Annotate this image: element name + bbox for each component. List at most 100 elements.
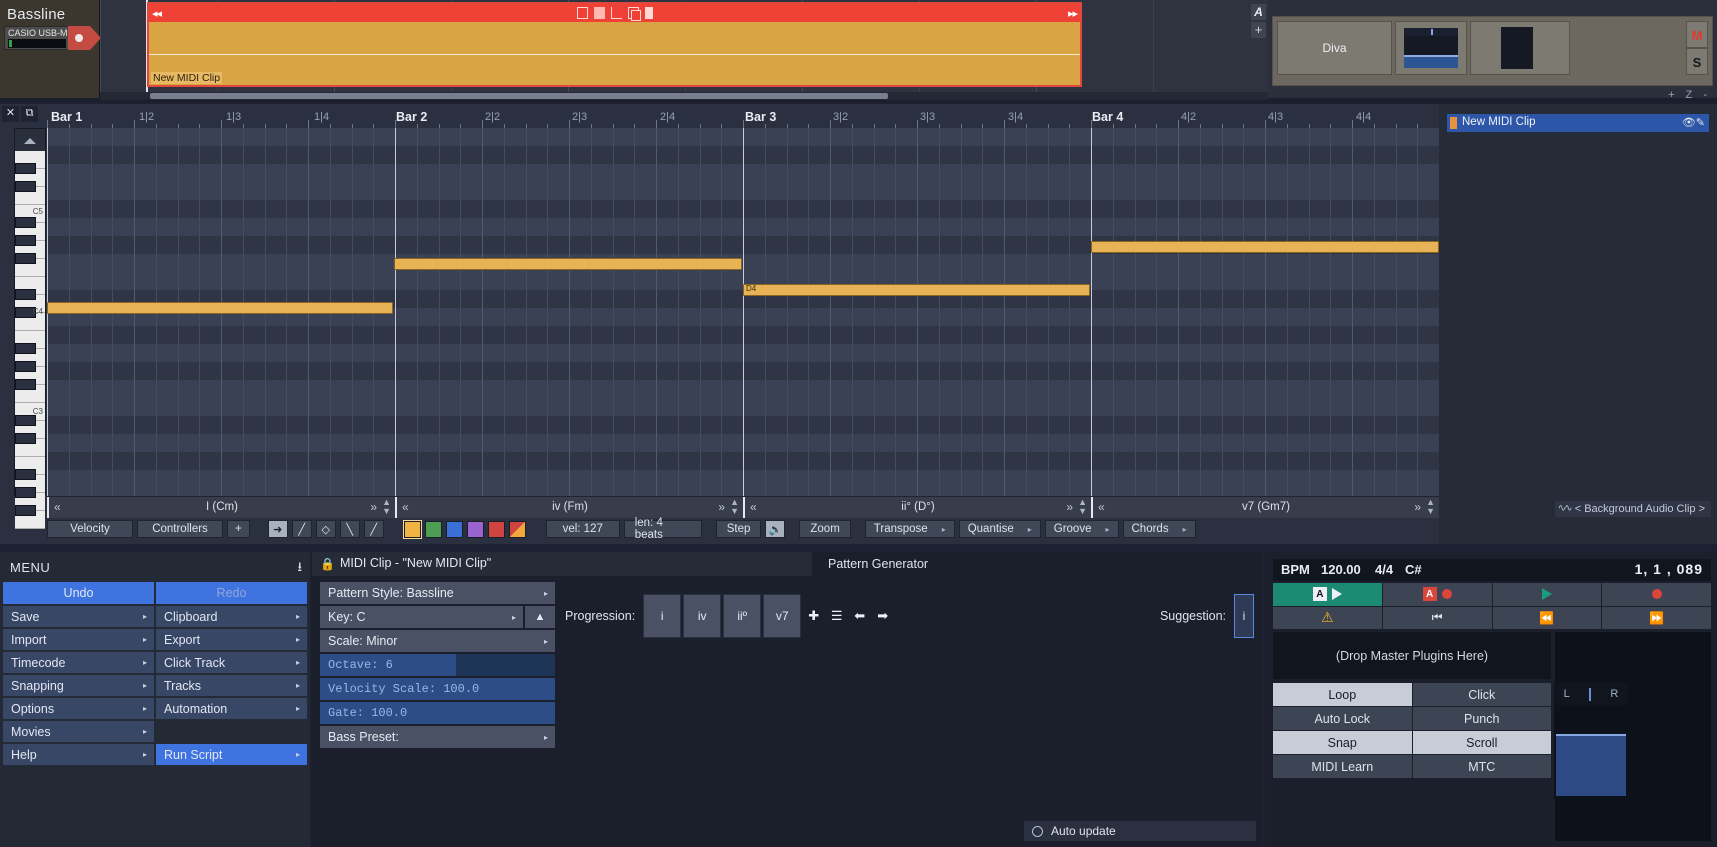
progression-chord[interactable]: iv	[683, 594, 722, 638]
auto-update-checkbox[interactable]: Auto update	[1024, 821, 1256, 841]
color-swatch-green[interactable]	[424, 520, 442, 538]
clip-header-icons[interactable]	[576, 7, 653, 21]
gate-slider[interactable]: Gate: 100.0	[320, 702, 555, 724]
background-audio-clip[interactable]: < Background Audio Clip >	[1554, 501, 1711, 517]
color-swatch-multi[interactable]	[508, 520, 526, 538]
menu-item-import[interactable]: Import ▸	[3, 629, 154, 650]
piano-black-key[interactable]	[15, 181, 36, 192]
return-to-start-button[interactable]: ⏮	[1382, 606, 1492, 629]
suggestion-chip[interactable]: i	[1234, 594, 1254, 638]
groove-menu[interactable]: Groove ▸	[1044, 520, 1119, 538]
menu-item-save[interactable]: Save ▸	[3, 606, 154, 627]
add-plugin-button[interactable]: +	[1251, 22, 1266, 38]
menu-item-automation[interactable]: Automation ▸	[156, 698, 307, 719]
velocity-scale-slider[interactable]: Velocity Scale: 100.0	[320, 678, 555, 700]
clip-square-icon[interactable]	[576, 7, 588, 19]
undo-button[interactable]: Undo	[3, 582, 154, 604]
chord-updown-icon[interactable]: ▲ ▼	[1078, 498, 1087, 516]
track-header[interactable]: Bassline CASIO USB-MIDI	[0, 0, 101, 98]
timeline-lane[interactable]: ◂◂ ▸▸ New MIDI Clip	[100, 0, 1271, 98]
chord-segment[interactable]: «I (Cm)» ▲ ▼	[47, 497, 395, 518]
menu-item-help[interactable]: Help ▸	[3, 744, 154, 765]
midi-note[interactable]	[1091, 241, 1439, 253]
automation-toggle-button[interactable]: A	[1251, 4, 1266, 20]
key-signature[interactable]: C#	[1405, 562, 1422, 577]
eraser-icon[interactable]: ◇	[315, 520, 336, 538]
key-selector[interactable]: Key: C ▸	[320, 606, 523, 628]
menu-item-snapping[interactable]: Snapping ▸	[3, 675, 154, 696]
menu-item-options[interactable]: Options ▸	[3, 698, 154, 719]
chord-next-icon[interactable]: »	[718, 500, 725, 514]
chord-next-icon[interactable]: »	[1414, 500, 1421, 514]
abort-play-button[interactable]: A	[1273, 583, 1382, 606]
plugin-diva[interactable]: Diva	[1277, 21, 1392, 75]
menu-item-clipboard[interactable]: Clipboard ▸	[156, 606, 307, 627]
chord-updown-icon[interactable]: ▲ ▼	[730, 498, 739, 516]
chord-segment[interactable]: «v7 (Gm7)» ▲ ▼	[1091, 497, 1439, 518]
clip-right-arrows-icon[interactable]: ▸▸	[1068, 7, 1078, 20]
chord-updown-icon[interactable]: ▲ ▼	[382, 498, 391, 516]
clip-corner-icon[interactable]	[610, 7, 622, 19]
pattern-style-row[interactable]: Pattern Style: Bassline ▸	[320, 582, 555, 604]
toggle-punch[interactable]: Punch	[1412, 707, 1551, 730]
piano-black-key[interactable]	[15, 415, 36, 426]
clip-copy-icon[interactable]	[627, 7, 641, 21]
pointer-icon[interactable]: ➜	[267, 520, 288, 538]
chord-segment[interactable]: «iv (Fm)» ▲ ▼	[395, 497, 743, 518]
warning-button[interactable]: ⚠	[1273, 606, 1382, 629]
master-level-meter[interactable]: L R	[1554, 683, 1628, 798]
midi-note[interactable]	[394, 258, 742, 270]
midi-note[interactable]	[47, 302, 393, 314]
quantise-menu[interactable]: Quantise ▸	[958, 520, 1041, 538]
progression-chord[interactable]: v7	[763, 594, 802, 638]
clip-tab[interactable]: New MIDI Clip 👁✎	[1447, 114, 1709, 132]
rewind-button[interactable]: ⏪	[1492, 606, 1602, 629]
toggle-loop[interactable]: Loop	[1273, 683, 1412, 706]
play-button[interactable]	[1492, 583, 1602, 606]
chords-menu[interactable]: Chords ▸	[1122, 520, 1196, 538]
clip-left-arrows-icon[interactable]: ◂◂	[152, 7, 162, 20]
note-grid[interactable]: D4	[47, 128, 1439, 496]
chord-track[interactable]: «I (Cm)» ▲ ▼ «iv (Fm)» ▲ ▼ «ii° (D°)» ▲ ▼ «v7 (Gm…	[47, 496, 1439, 518]
paint-icon[interactable]: ╱	[363, 520, 384, 538]
midi-clip[interactable]: ◂◂ ▸▸ New MIDI Clip	[147, 2, 1082, 87]
length-value[interactable]: len: 4 beats	[623, 517, 702, 541]
piano-black-key[interactable]	[15, 235, 36, 246]
piano-black-key[interactable]	[15, 361, 36, 372]
popout-icon[interactable]: ⧉	[21, 106, 38, 122]
velocity-value[interactable]: vel: 127	[545, 520, 620, 538]
piano-black-key[interactable]	[15, 487, 36, 498]
pencil-icon[interactable]: ╱	[291, 520, 312, 538]
time-signature[interactable]: 4/4	[1375, 562, 1393, 577]
piano-black-key[interactable]	[15, 433, 36, 444]
master-plugin-drop[interactable]: (Drop Master Plugins Here)	[1273, 632, 1551, 679]
clip-page-icon[interactable]	[644, 7, 653, 19]
arrow-left-icon[interactable]: ⬅	[849, 605, 870, 627]
velocity-button[interactable]: Velocity	[47, 520, 133, 538]
color-swatch-blue[interactable]	[445, 520, 463, 538]
record-arm-button[interactable]	[68, 26, 101, 50]
piano-black-key[interactable]	[15, 217, 36, 228]
keyboard-scroll-up-button[interactable]	[15, 129, 45, 151]
menu-item-export[interactable]: Export ▸	[156, 629, 307, 650]
chord-next-icon[interactable]: »	[1066, 500, 1073, 514]
clip-filled-square-icon[interactable]	[593, 7, 605, 19]
clip-header[interactable]: ◂◂ ▸▸	[149, 4, 1080, 22]
lock-icon[interactable]: 🔒	[320, 557, 335, 571]
clip-body[interactable]: New MIDI Clip	[149, 22, 1080, 85]
chord-next-icon[interactable]: »	[370, 500, 377, 514]
octave-slider[interactable]: Octave: 6	[320, 654, 555, 676]
toggle-auto-lock[interactable]: Auto Lock	[1273, 707, 1412, 730]
mute-button[interactable]: M	[1686, 21, 1708, 48]
scale-row[interactable]: Scale: Minor ▸	[320, 630, 555, 652]
piano-black-key[interactable]	[15, 253, 36, 264]
fast-forward-button[interactable]: ⏩	[1602, 606, 1711, 629]
add-chord-icon[interactable]: ✚	[803, 605, 824, 627]
piano-black-key[interactable]	[15, 289, 36, 300]
record-button[interactable]	[1602, 583, 1711, 606]
piano-black-key[interactable]	[15, 469, 36, 480]
midi-note[interactable]: D4	[743, 284, 1090, 296]
piano-roll-window-buttons[interactable]: ✕ ⧉	[2, 106, 40, 122]
add-controller-button[interactable]: +	[227, 520, 250, 538]
menu-item-movies[interactable]: Movies ▸	[3, 721, 154, 742]
